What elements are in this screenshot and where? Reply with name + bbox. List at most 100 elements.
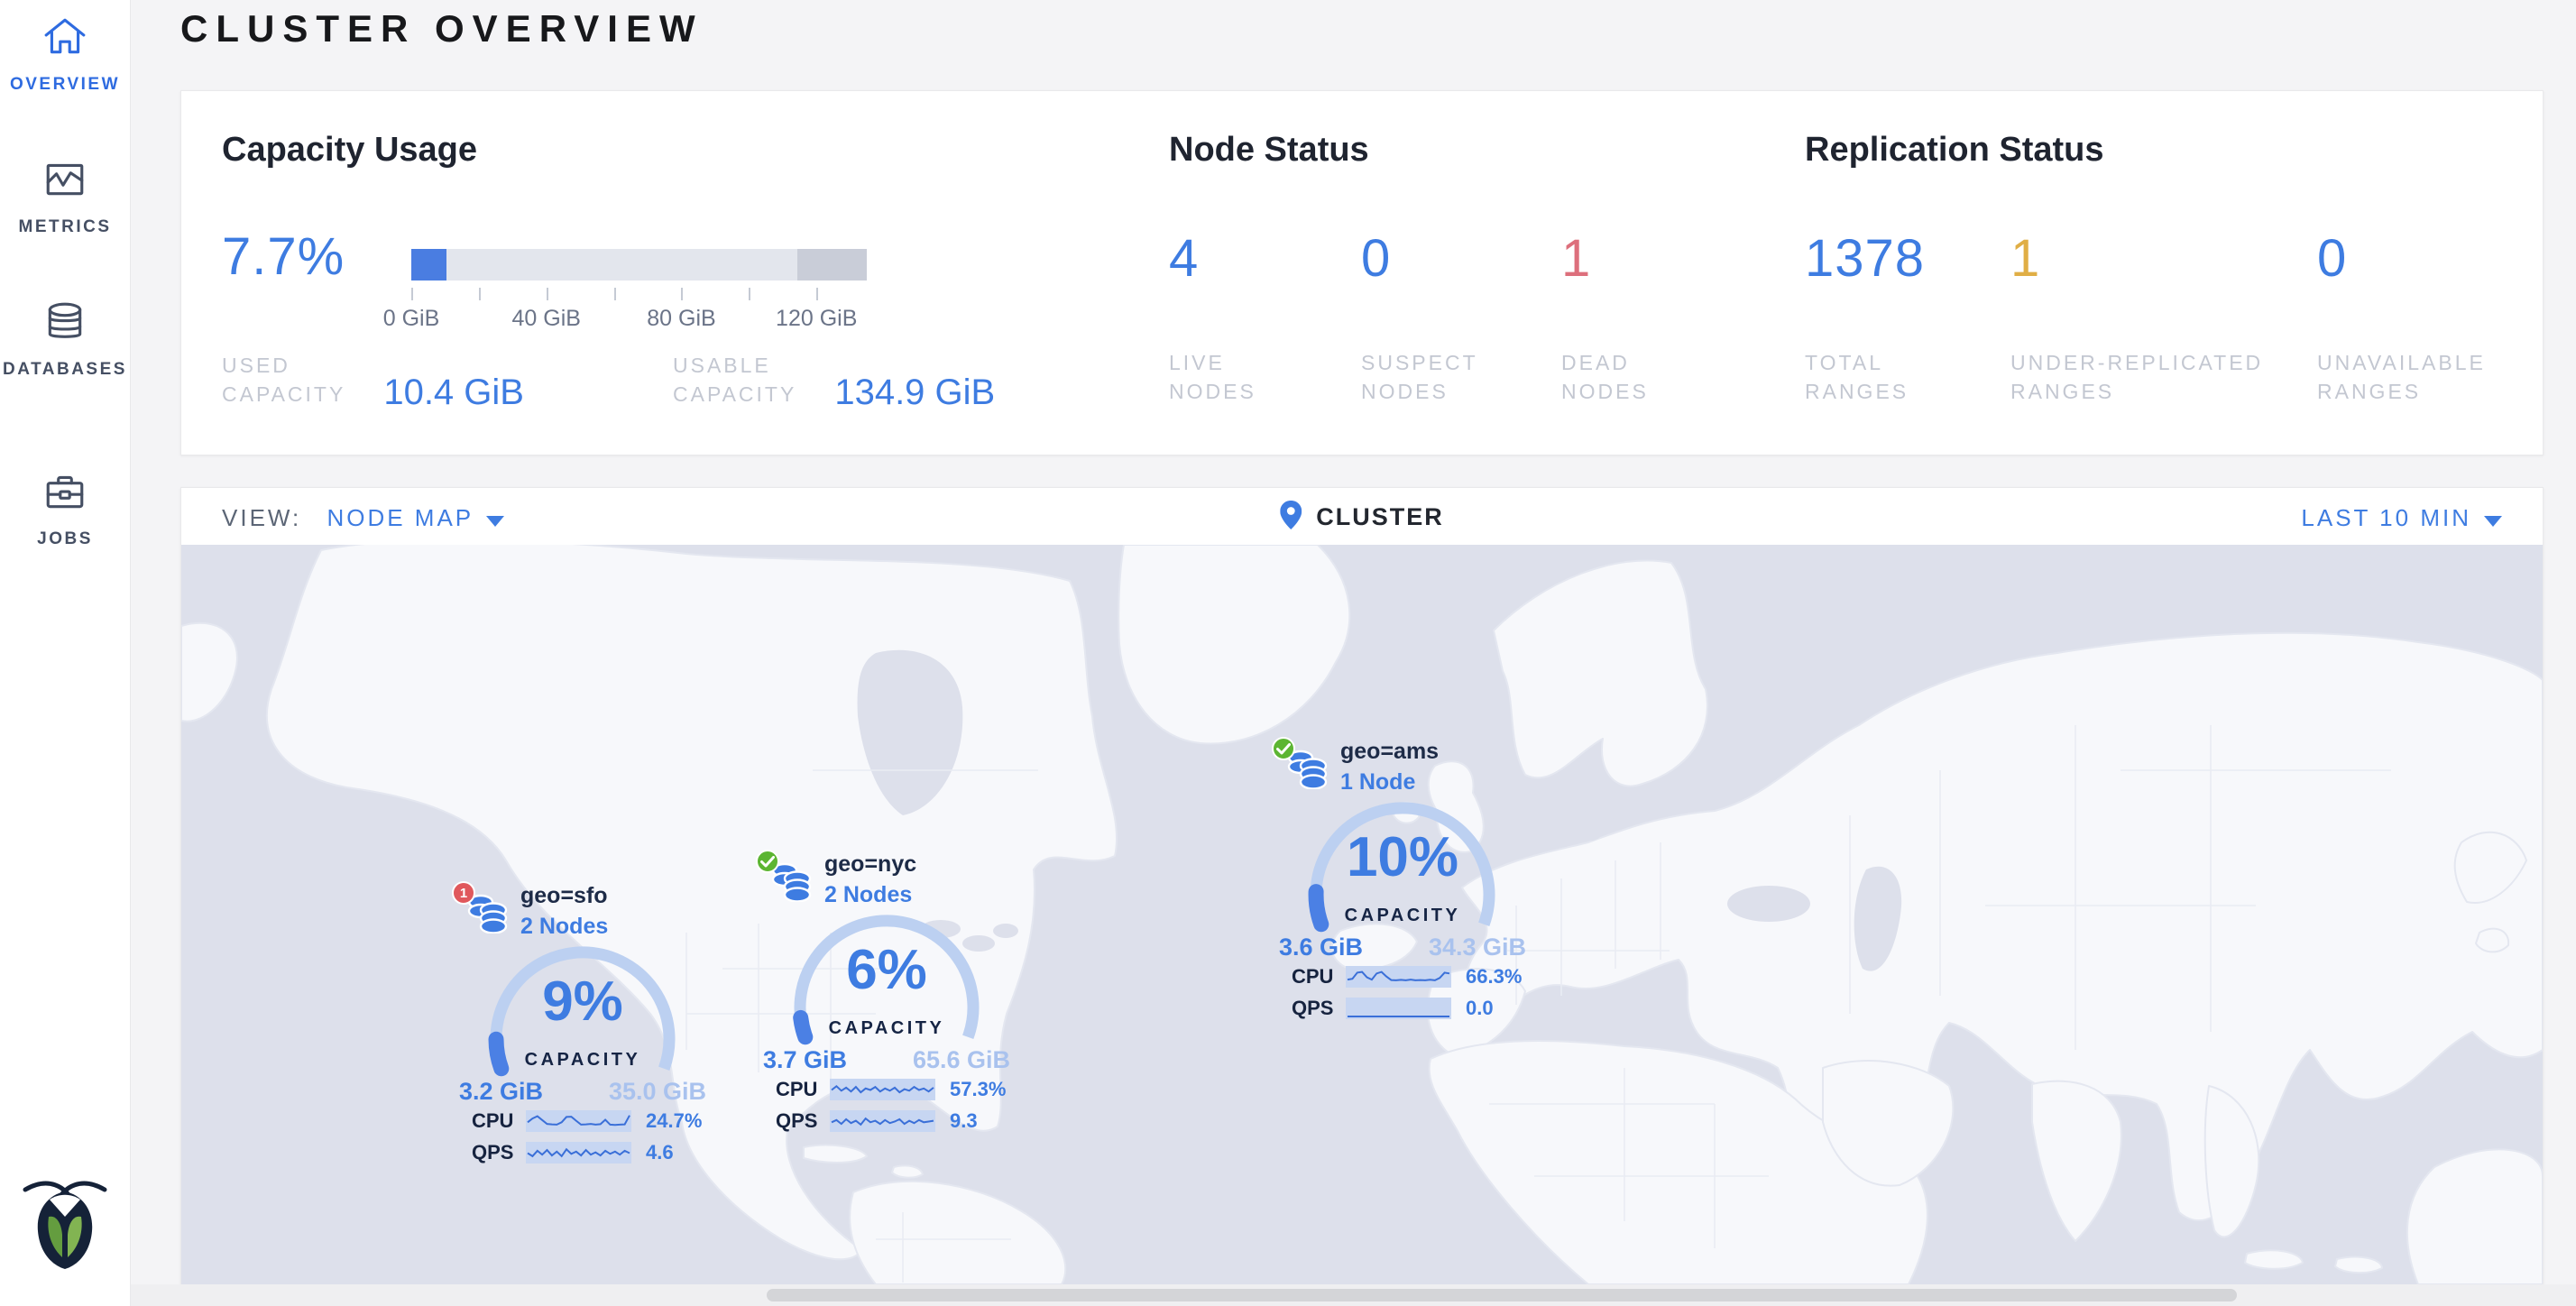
locality-name: geo=nyc	[824, 851, 916, 878]
qps-sparkline	[1346, 998, 1451, 1019]
cpu-value: 57.3%	[950, 1078, 1006, 1101]
stat-label: SUSPECT NODES	[1361, 348, 1561, 406]
used-value: 3.2 GiB	[459, 1078, 543, 1106]
status-badge	[756, 850, 779, 873]
locality-marker[interactable]: geo=ams 1 Node 10% CAPACITY 3.6 GiB34.3 …	[1272, 737, 1569, 1035]
page-bottom-strip	[0, 1284, 2576, 1306]
cluster-overview-page: OVERVIEW METRICS DATABASES	[0, 0, 2576, 1306]
world-map: 1 geo=sfo 2 Nodes 9% CAPACITY 3.2 GiB35.…	[181, 545, 2543, 1284]
capacity-caption: CAPACITY	[756, 1018, 1017, 1039]
axis-tick	[411, 288, 413, 300]
usable-capacity-group: USABLE CAPACITY 134.9 GiB	[673, 351, 995, 409]
capacity-usage-title: Capacity Usage	[222, 131, 477, 170]
used-capacity-group: USED CAPACITY 10.4 GiB	[222, 351, 524, 409]
cpu-row: CPU 66.3%	[1292, 965, 1522, 989]
stat-label: LIVE NODES	[1169, 348, 1361, 406]
axis-tick	[547, 288, 548, 300]
sidebar-item-label: JOBS	[0, 529, 130, 549]
replication-status-title: Replication Status	[1805, 131, 2104, 170]
locality-marker[interactable]: 1 geo=sfo 2 Nodes 9% CAPACITY 3.2 GiB35.…	[452, 881, 750, 1179]
page-title: CLUSTER OVERVIEW	[180, 7, 704, 51]
qps-label: QPS	[1292, 997, 1340, 1020]
view-label: VIEW:	[222, 504, 301, 531]
cpu-label: CPU	[472, 1109, 520, 1133]
cpu-sparkline	[526, 1110, 631, 1132]
axis-tick-label: 80 GiB	[647, 306, 715, 332]
total-value: 65.6 GiB	[913, 1046, 1010, 1074]
capacity-percent: 9%	[452, 970, 713, 1034]
sidebar-item-databases[interactable]: DATABASES	[0, 299, 130, 380]
sidebar-item-label: METRICS	[0, 217, 130, 237]
map-pin-icon	[1280, 501, 1302, 534]
axis-tick	[816, 288, 818, 300]
stat-value: 1378	[1805, 228, 2010, 289]
qps-sparkline	[830, 1110, 935, 1132]
axis-tick	[749, 288, 750, 300]
stat-value: 1	[1561, 228, 1760, 289]
sidebar-item-jobs[interactable]: JOBS	[0, 469, 130, 549]
qps-row: QPS 4.6	[472, 1141, 674, 1164]
qps-row: QPS 0.0	[1292, 997, 1494, 1020]
metrics-icon	[42, 157, 87, 202]
stat-label: TOTAL RANGES	[1805, 348, 2010, 406]
total-value: 34.3 GiB	[1429, 934, 1526, 961]
sidebar-item-label: DATABASES	[0, 360, 130, 380]
capacity-bar-reserved	[797, 249, 867, 281]
time-range-selector[interactable]: LAST 10 MIN	[2301, 504, 2502, 532]
used-capacity-label: USED CAPACITY	[222, 351, 345, 409]
capacity-usage-values: 3.2 GiB 35.0 GiB	[459, 1078, 706, 1106]
axis-tick-label: 120 GiB	[776, 306, 857, 332]
locality-name: geo=ams	[1340, 739, 1439, 765]
chevron-down-icon	[486, 516, 504, 527]
databases-icon	[42, 299, 87, 345]
capacity-caption: CAPACITY	[452, 1050, 713, 1071]
summary-card: Capacity Usage 7.7% 0 GiB40 GiB80 GiB120…	[180, 90, 2544, 455]
cpu-value: 66.3%	[1466, 965, 1522, 989]
stat-value: 0	[2317, 228, 2525, 289]
capacity-caption: CAPACITY	[1272, 906, 1533, 926]
capacity-usage-values: 3.6 GiB 34.3 GiB	[1279, 934, 1526, 961]
axis-tick	[614, 288, 616, 300]
stat-label: UNDER-REPLICATED RANGES	[2010, 348, 2317, 406]
locality-marker[interactable]: geo=nyc 2 Nodes 6% CAPACITY 3.7 GiB65.6 …	[756, 850, 1053, 1147]
capacity-used-percent: 7.7%	[222, 226, 345, 287]
status-badge	[1272, 737, 1295, 760]
capacity-axis: 0 GiB40 GiB80 GiB120 GiB	[411, 281, 867, 335]
axis-tick	[681, 288, 683, 300]
capacity-percent: 6%	[756, 938, 1017, 1002]
sidebar-item-overview[interactable]: OVERVIEW	[0, 14, 130, 95]
breadcrumb: CLUSTER	[1280, 501, 1444, 534]
cpu-label: CPU	[776, 1078, 824, 1101]
status-badge: 1	[452, 881, 475, 905]
qps-sparkline	[526, 1142, 631, 1163]
stat-value: 4	[1169, 228, 1361, 289]
cpu-value: 24.7%	[646, 1109, 702, 1133]
chevron-down-icon	[2484, 516, 2502, 527]
map-toolbar: VIEW: NODE MAP CLUSTER LAST 10 M	[181, 488, 2543, 545]
axis-tick-label: 0 GiB	[383, 306, 440, 332]
check-icon	[760, 856, 775, 868]
stat-label: UNAVAILABLE RANGES	[2317, 348, 2525, 406]
cpu-label: CPU	[1292, 965, 1340, 989]
usable-capacity-label: USABLE CAPACITY	[673, 351, 796, 409]
node-status-title: Node Status	[1169, 131, 1369, 170]
node-map-card: VIEW: NODE MAP CLUSTER LAST 10 M	[180, 487, 2544, 1284]
capacity-bar-used	[411, 249, 446, 281]
cpu-row: CPU 24.7%	[472, 1109, 702, 1133]
main-content: CLUSTER OVERVIEW Capacity Usage 7.7% 0 G…	[131, 0, 2576, 1306]
view-selector[interactable]: NODE MAP	[327, 504, 504, 531]
sidebar-item-metrics[interactable]: METRICS	[0, 157, 130, 237]
capacity-percent: 10%	[1272, 825, 1533, 889]
axis-tick	[479, 288, 481, 300]
sidebar-item-label: OVERVIEW	[0, 75, 130, 95]
total-value: 35.0 GiB	[609, 1078, 706, 1106]
qps-value: 4.6	[646, 1141, 674, 1164]
cpu-sparkline	[830, 1079, 935, 1100]
used-value: 3.6 GiB	[1279, 934, 1363, 961]
locality-name: geo=sfo	[520, 883, 608, 909]
horizontal-scrollbar[interactable]	[767, 1289, 2237, 1301]
jobs-icon	[42, 469, 87, 514]
home-icon	[42, 14, 87, 60]
cockroachdb-logo	[20, 1169, 110, 1272]
used-capacity-value: 10.4 GiB	[383, 372, 524, 413]
